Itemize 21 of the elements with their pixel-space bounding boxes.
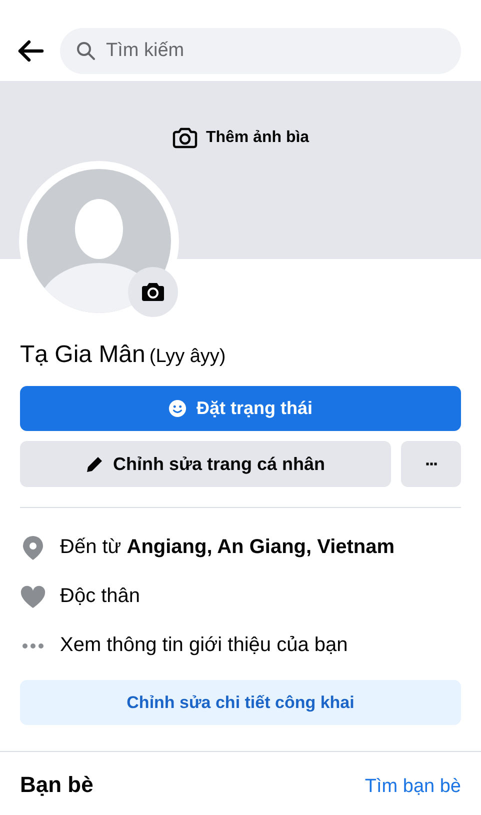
pencil-icon	[86, 455, 104, 473]
add-cover-photo-button[interactable]: Thêm ảnh bìa	[172, 123, 310, 153]
heart-icon	[20, 584, 46, 608]
friends-heading: Bạn bè	[20, 772, 94, 798]
camera-icon	[141, 282, 165, 302]
location-pin-icon	[20, 534, 46, 560]
profile-name: Tạ Gia Mân	[20, 341, 146, 369]
edit-profile-button[interactable]: Chỉnh sửa trang cá nhân	[20, 441, 391, 487]
profile-nickname: (Lyy âyy)	[149, 346, 226, 368]
find-friends-link[interactable]: Tìm bạn bè	[364, 776, 461, 798]
smiley-icon	[168, 399, 188, 418]
back-arrow-icon[interactable]	[16, 39, 44, 63]
camera-icon	[172, 126, 198, 150]
search-field[interactable]: Tìm kiếm	[60, 28, 461, 74]
profile-info-text: Đến từ Angiang, An Giang, Vietnam	[60, 536, 395, 559]
set-status-button[interactable]: Đặt trạng thái	[20, 386, 461, 431]
more-button[interactable]: ···	[401, 441, 461, 487]
profile-info-text: Độc thân	[60, 585, 140, 608]
edit-public-details-button[interactable]: Chỉnh sửa chi tiết công khai	[20, 680, 461, 725]
more-dots-icon	[20, 642, 46, 648]
profile-info-text: Xem thông tin giới thiệu của bạn	[60, 634, 348, 657]
